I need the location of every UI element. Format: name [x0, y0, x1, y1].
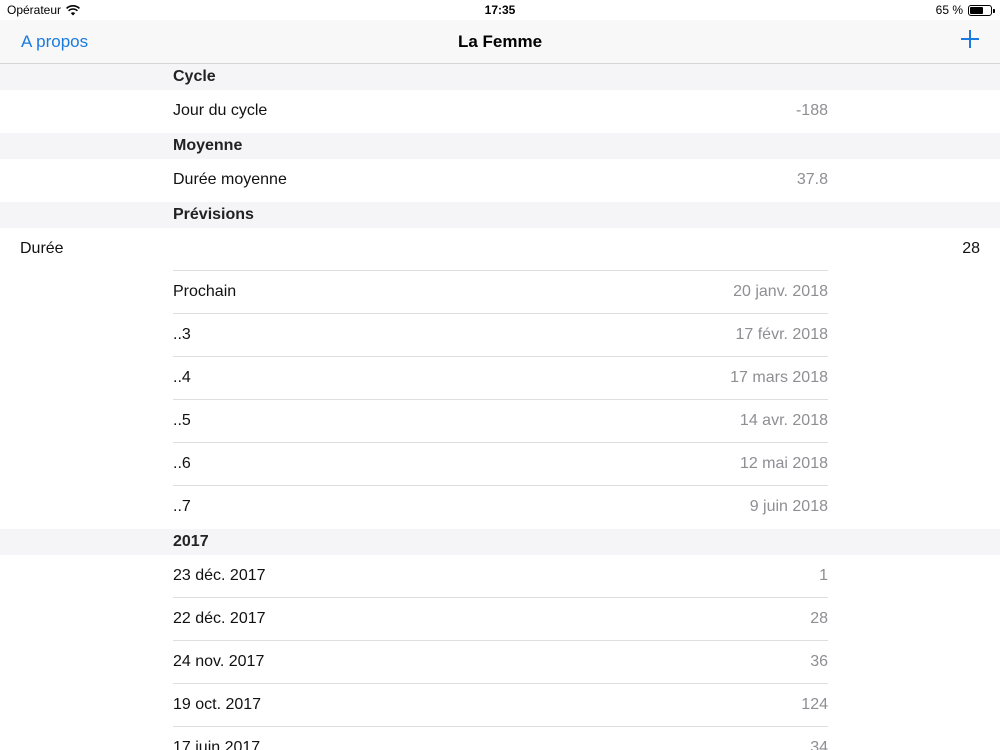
status-bar: Opérateur 17:35 65 % [0, 0, 1000, 20]
row-value: 9 juin 2018 [749, 498, 828, 515]
row-label: Durée moyenne [173, 171, 287, 188]
row-value: 1 [819, 567, 828, 584]
row-label: 19 oct. 2017 [173, 696, 262, 713]
plus-icon[interactable] [958, 27, 982, 51]
battery-level [970, 6, 983, 14]
section-header-2017: 2017 [0, 529, 1000, 555]
table-view[interactable]: Cycle Jour du cycle -188 Moyenne Durée m… [0, 64, 1000, 750]
table-row[interactable]: 19 oct. 2017 124 [0, 684, 1000, 727]
section-title: Moyenne [173, 137, 243, 154]
status-time: 17:35 [484, 3, 516, 17]
table-row[interactable]: 22 déc. 2017 28 [0, 598, 1000, 641]
table-row[interactable]: ..7 9 juin 2018 [0, 486, 1000, 529]
table-row[interactable]: ..3 17 févr. 2018 [0, 314, 1000, 357]
page-title: La Femme [457, 32, 543, 51]
row-label: ..6 [173, 455, 191, 472]
app-screen: Opérateur 17:35 65 % A propos La Femme C… [0, 0, 1000, 750]
row-label: 22 déc. 2017 [173, 610, 266, 627]
row-value: 28 [810, 610, 828, 627]
row-value: 124 [801, 696, 828, 713]
status-right: 65 % [935, 3, 995, 17]
table-row[interactable]: ..6 12 mai 2018 [0, 443, 1000, 486]
table-row[interactable]: ..4 17 mars 2018 [0, 357, 1000, 400]
row-label: ..3 [173, 326, 191, 343]
row-value: 28 [962, 240, 980, 257]
section-title: 2017 [173, 533, 209, 550]
battery-icon [968, 4, 995, 16]
row-value: 12 mai 2018 [739, 455, 828, 472]
row-label: ..4 [173, 369, 191, 386]
row-label: 17 juin 2017 [173, 739, 261, 750]
navigation-bar: A propos La Femme [0, 20, 1000, 64]
row-value: 36 [810, 653, 828, 670]
table-row[interactable]: Jour du cycle -188 [0, 90, 1000, 133]
row-label: Durée [20, 240, 64, 257]
row-value: 34 [810, 739, 828, 750]
duration-row[interactable]: Durée 28 [0, 228, 1000, 271]
table-row[interactable]: 23 déc. 2017 1 [0, 555, 1000, 598]
row-value: 17 mars 2018 [730, 369, 828, 386]
row-label: 24 nov. 2017 [173, 653, 265, 670]
row-label: ..7 [173, 498, 191, 515]
battery-percent: 65 % [935, 3, 963, 17]
battery-tip [993, 8, 995, 13]
section-title: Cycle [173, 68, 216, 85]
table-row[interactable]: Prochain 20 janv. 2018 [0, 271, 1000, 314]
section-header-cycle: Cycle [0, 64, 1000, 90]
row-value: -188 [795, 102, 828, 119]
row-label: Jour du cycle [173, 102, 268, 119]
section-header-previsions: Prévisions [0, 202, 1000, 228]
section-title: Prévisions [173, 206, 254, 223]
section-header-moyenne: Moyenne [0, 133, 1000, 159]
row-label: Prochain [173, 283, 237, 300]
row-value: 17 févr. 2018 [735, 326, 828, 343]
table-row[interactable]: 17 juin 2017 34 [0, 727, 1000, 750]
row-label: 23 déc. 2017 [173, 567, 266, 584]
table-row[interactable]: ..5 14 avr. 2018 [0, 400, 1000, 443]
row-value: 37.8 [796, 171, 828, 188]
row-label: ..5 [173, 412, 191, 429]
row-value: 20 janv. 2018 [733, 283, 828, 300]
table-row[interactable]: Durée moyenne 37.8 [0, 159, 1000, 202]
row-value: 14 avr. 2018 [739, 412, 828, 429]
table-row[interactable]: 24 nov. 2017 36 [0, 641, 1000, 684]
